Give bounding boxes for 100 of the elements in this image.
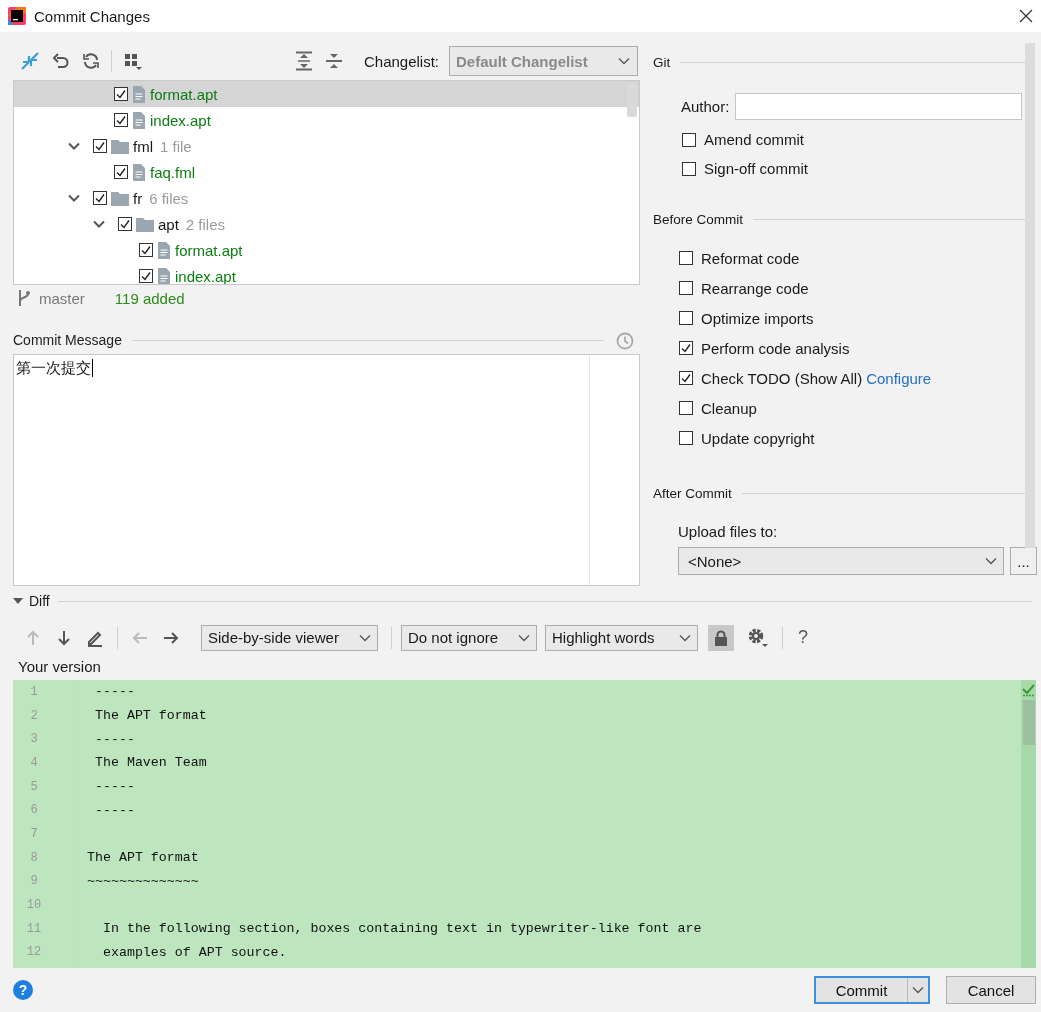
checkbox[interactable] (114, 87, 128, 101)
down-arrow-icon[interactable] (55, 628, 73, 647)
lock-icon (714, 629, 728, 646)
scrollbar[interactable] (1025, 43, 1035, 548)
section-title: Diff (29, 593, 50, 609)
checkbox[interactable] (679, 251, 693, 265)
line-number: 5 (13, 774, 78, 799)
line-number: 11 (13, 916, 78, 941)
collapse-triangle-icon[interactable] (13, 597, 23, 605)
checkbox[interactable] (682, 132, 696, 147)
change-summary: 119 added (114, 289, 185, 307)
caret-icon (985, 557, 997, 565)
tree-row[interactable]: apt 2 files (14, 211, 639, 237)
help-button[interactable]: ? (13, 980, 33, 1000)
checkbox-label: Reformat code (701, 249, 800, 267)
checkbox[interactable] (682, 161, 696, 176)
line-number: 10 (13, 893, 78, 917)
checkbox[interactable] (679, 341, 693, 355)
browse-button[interactable]: ... (1010, 547, 1037, 575)
checkbox[interactable] (93, 139, 107, 153)
checkbox[interactable] (679, 431, 693, 445)
folder-name: fml (133, 137, 153, 155)
code-line: examples of APT source. (101, 944, 287, 960)
close-icon[interactable] (1019, 9, 1033, 23)
line-number: 2 (13, 703, 78, 728)
checkbox[interactable] (139, 243, 153, 257)
viewer-dropdown[interactable]: Side-by-side viewer (201, 624, 378, 651)
group-by-icon[interactable] (123, 51, 143, 71)
checkbox-label: Check TODO (Show All) (701, 369, 863, 387)
section-title: Git (653, 54, 671, 70)
dialog-button[interactable]: Commit (814, 976, 930, 1004)
file-name: faq.fml (150, 163, 195, 181)
checkbox-label: Sign-off commit (704, 160, 808, 177)
undo-icon[interactable] (52, 52, 70, 70)
checkbox-label: Amend commit (704, 131, 805, 148)
tree-row[interactable]: faq.fml (14, 159, 639, 185)
expand-all-icon[interactable] (294, 51, 313, 71)
checkbox[interactable] (118, 217, 132, 231)
caret-icon (518, 633, 530, 642)
window-title: Commit Changes (34, 7, 151, 25)
file-name: format.apt (175, 241, 243, 259)
checkbox[interactable] (679, 401, 693, 415)
refresh-icon[interactable] (82, 52, 100, 70)
folder-icon (136, 216, 154, 232)
section-title: After Commit (653, 485, 732, 501)
section-title: Before Commit (653, 211, 744, 227)
folder-name: fr (133, 189, 143, 207)
dialog-button[interactable]: Cancel (946, 976, 1036, 1004)
ignore-dropdown[interactable]: Do not ignore (401, 624, 537, 651)
upload-label: Upload files to: (677, 521, 779, 542)
scrollbar-thumb[interactable] (627, 83, 637, 117)
code-line: ----- (93, 802, 135, 818)
file-icon (132, 111, 146, 129)
code-line: The APT format (93, 708, 207, 724)
settings-icon[interactable] (747, 626, 769, 649)
scrollbar-thumb[interactable] (1023, 700, 1035, 745)
configure-link[interactable]: Configure (866, 369, 932, 387)
help-icon[interactable]: ? (798, 627, 808, 648)
file-icon (132, 163, 146, 181)
checkbox-label: Optimize imports (701, 309, 814, 327)
tree-row[interactable]: format.apt (14, 237, 639, 263)
file-name: index.apt (175, 267, 236, 284)
folder-icon (111, 190, 129, 206)
tree-row[interactable]: index.apt (14, 263, 639, 284)
checkbox-label: Update copyright (701, 429, 815, 447)
folder-icon (111, 138, 129, 154)
commit-message-field[interactable]: 第一次提交 (13, 354, 640, 586)
highlight-dropdown[interactable]: Highlight words (545, 624, 698, 651)
code-line: In the following section, boxes containing text in typewriter-like font are (101, 921, 702, 937)
tree-row[interactable]: index.apt (14, 107, 639, 133)
pane-title: Your version (17, 656, 102, 677)
checkbox[interactable] (679, 371, 693, 385)
caret-icon (618, 57, 630, 65)
line-number: 12 (13, 940, 78, 965)
author-field[interactable] (735, 93, 1022, 120)
code-line: ----- (93, 731, 135, 747)
line-number: 4 (13, 751, 78, 775)
section-title: Commit Message (13, 332, 122, 348)
code-line: The APT format (86, 850, 199, 866)
checkbox[interactable] (139, 269, 153, 283)
checkbox[interactable] (114, 165, 128, 179)
checkbox[interactable] (679, 281, 693, 295)
upload-target-dropdown[interactable]: <None> (678, 547, 1004, 575)
caret-icon (359, 633, 371, 642)
line-number: 6 (13, 798, 78, 823)
line-number: 1 (13, 680, 78, 704)
merge-arrows-icon[interactable] (20, 51, 40, 71)
code-line: ----- (93, 684, 135, 700)
collapse-all-icon[interactable] (324, 51, 343, 71)
line-number: 3 (13, 727, 78, 752)
checkbox-label: Cleanup (701, 399, 757, 417)
file-icon (157, 241, 171, 259)
checkbox[interactable] (93, 191, 107, 205)
checkbox[interactable] (114, 113, 128, 127)
tree-row[interactable]: format.apt (14, 81, 639, 107)
checkbox[interactable] (679, 311, 693, 325)
lock-button[interactable] (708, 624, 734, 651)
tree-row[interactable]: fr 6 files (14, 185, 639, 211)
tree-row[interactable]: fml 1 file (14, 133, 639, 159)
line-number: 9 (13, 869, 78, 894)
